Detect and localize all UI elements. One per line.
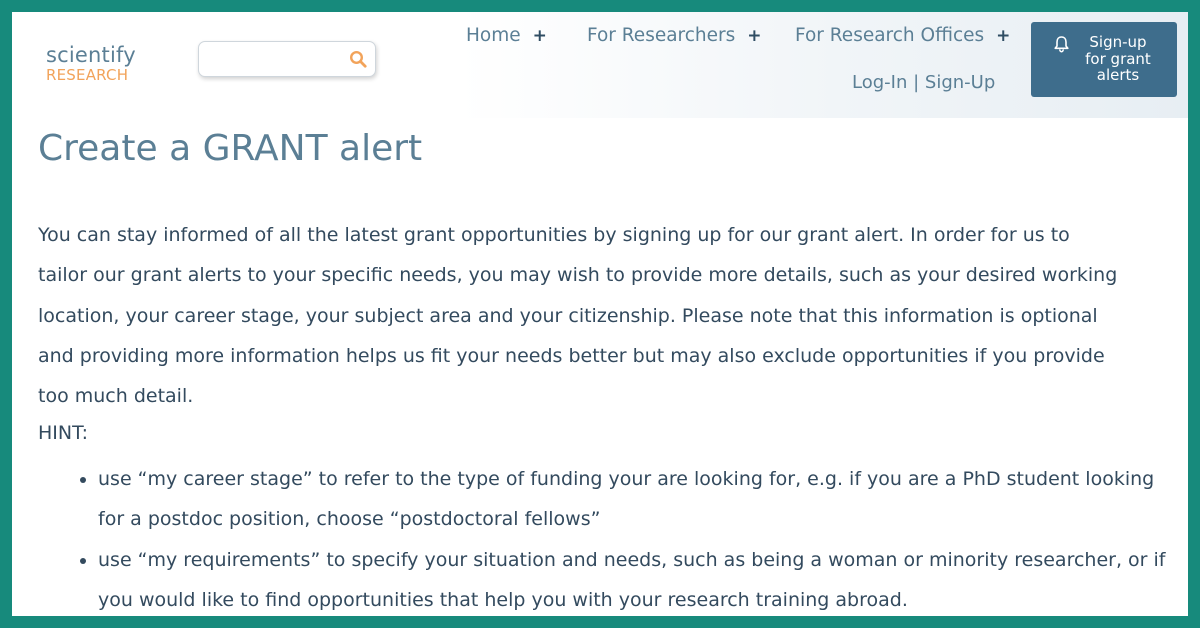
plus-icon[interactable]: + [747,26,761,46]
grant-alert-button-label: Sign-up for grant alerts [1085,33,1151,84]
signup-link[interactable]: Sign-Up [925,72,995,93]
logo-sub: RESEARCH [46,66,129,84]
nav-for-researchers[interactable]: For Researchers + [587,25,762,46]
list-item: use “my career stage” to refer to the ty… [98,459,1178,540]
nav-for-research-offices-label: For Research Offices [795,25,985,46]
plus-icon[interactable]: + [996,26,1010,46]
auth-separator: | [913,72,920,93]
page-frame: scientify RESEARCH Home + For Researchers… [12,12,1188,616]
nav-home-label: Home [466,25,521,46]
auth-links: Log-In | Sign-Up [852,72,995,93]
site-header: scientify RESEARCH Home + For Researchers… [12,12,1188,118]
hint-list: use “my career stage” to refer to the ty… [38,459,1178,616]
plus-icon[interactable]: + [533,26,547,46]
intro-paragraph: You can stay informed of all the latest … [38,224,1118,408]
list-item: use “my requirements” to specify your si… [98,540,1178,616]
logo-name: scientify [46,43,136,67]
hint-label: HINT: [38,422,89,444]
grant-alert-signup-button[interactable]: Sign-up for grant alerts [1031,22,1177,97]
nav-home[interactable]: Home + [466,25,547,46]
nav-for-researchers-label: For Researchers [587,25,736,46]
login-link[interactable]: Log-In [852,72,907,93]
site-logo[interactable]: scientify RESEARCH [46,45,136,83]
page-title: Create a GRANT alert [38,128,423,169]
nav-for-research-offices[interactable]: For Research Offices + [795,25,1010,46]
search-icon[interactable] [349,50,367,68]
bell-icon [1054,36,1069,53]
search-box[interactable] [198,41,376,77]
